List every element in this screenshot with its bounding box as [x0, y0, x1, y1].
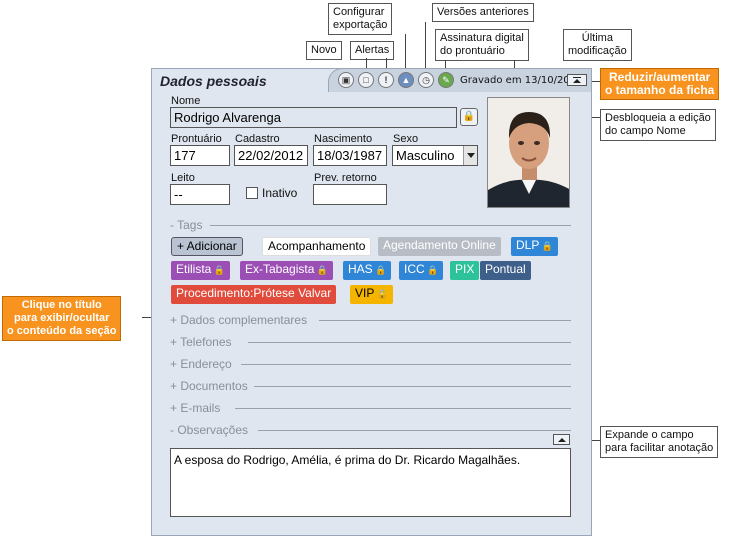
saved-timestamp: Gravado em 13/10/2022	[460, 75, 583, 86]
alert-icon[interactable]: !	[378, 72, 394, 88]
add-tag-button[interactable]: + Adicionar	[171, 237, 243, 256]
callout-versoes: Versões anteriores	[432, 3, 534, 22]
cadastro-label: Cadastro	[235, 133, 280, 145]
prontuario-label: Prontuário	[171, 133, 222, 145]
section-header-0[interactable]: + Dados complementares	[170, 313, 307, 327]
sexo-value: Masculino	[396, 148, 455, 163]
nome-field[interactable]: Rodrigo Alvarenga	[170, 107, 457, 128]
signature-icon[interactable]: ✎	[438, 72, 454, 88]
history-icon[interactable]: ◷	[418, 72, 434, 88]
chevron-down-icon	[463, 146, 477, 165]
section-header-1[interactable]: + Telefones	[170, 335, 232, 349]
new-document-icon[interactable]: □	[358, 72, 374, 88]
inativo-label: Inativo	[262, 186, 298, 200]
tag-icc[interactable]: ICC 🔒	[399, 261, 444, 280]
nascimento-label: Nascimento	[314, 133, 373, 145]
sexo-select[interactable]: Masculino	[392, 145, 478, 166]
callout-desbloqueia: Desbloqueia a edição do campo Nome	[600, 109, 716, 141]
callout-assinatura: Assinatura digital do prontuário	[435, 29, 529, 61]
callout-novo: Novo	[306, 41, 342, 60]
callout-alertas: Alertas	[350, 41, 395, 60]
tag-dlp[interactable]: DLP 🔒	[511, 237, 559, 256]
tag-procedimento-pr-tese-valvar[interactable]: Procedimento:Prótese Valvar	[171, 285, 337, 304]
callout-configurar: Configurar exportação	[328, 3, 393, 35]
panel-title[interactable]: Dados pessoais	[160, 73, 267, 89]
callout-expande: Expande o campo para facilitar anotação	[600, 426, 719, 458]
tag-etilista[interactable]: Etilista 🔒	[171, 261, 231, 280]
prontuario-field[interactable]: 177	[170, 145, 230, 166]
save-icon[interactable]: ▣	[338, 72, 354, 88]
lock-icon: 🔒	[424, 265, 439, 275]
nascimento-field[interactable]: 18/03/1987	[313, 145, 387, 166]
tag-pix[interactable]: PIX	[450, 261, 480, 280]
lock-icon: 🔒	[374, 289, 389, 299]
tag-has[interactable]: HAS 🔒	[343, 261, 392, 280]
patient-photo	[487, 97, 570, 208]
lock-icon: 🔒	[314, 265, 329, 275]
tag-agendamento-online[interactable]: Agendamento Online	[378, 237, 501, 256]
prev-retorno-label: Prev. retorno	[314, 172, 377, 184]
section-header-2[interactable]: + Endereço	[170, 357, 232, 371]
tag-ex-tabagista[interactable]: Ex-Tabagista 🔒	[240, 261, 334, 280]
export-icon[interactable]: ▲	[398, 72, 414, 88]
leito-label: Leito	[171, 172, 195, 184]
lock-icon: 🔒	[372, 265, 387, 275]
prev-retorno-field[interactable]	[313, 184, 387, 205]
tag-pontual[interactable]: Pontual	[480, 261, 531, 280]
observacoes-textarea[interactable]: A esposa do Rodrigo, Amélia, é prima do …	[170, 448, 571, 517]
nome-label: Nome	[171, 95, 201, 107]
cadastro-field[interactable]: 22/02/2012	[234, 145, 308, 166]
expand-field-button[interactable]	[553, 434, 570, 445]
unlock-name-icon[interactable]: 🔒	[460, 108, 478, 126]
sexo-label: Sexo	[393, 133, 419, 145]
section-header-3[interactable]: + Documentos	[170, 379, 248, 393]
callout-ultima: Última modificação	[563, 29, 632, 61]
section-header-4[interactable]: + E-mails	[170, 401, 220, 415]
observacoes-header[interactable]: - Observações	[170, 423, 248, 437]
callout-reduzir: Reduzir/aumentar o tamanho da ficha	[600, 68, 720, 100]
tags-section-header[interactable]: - Tags	[170, 218, 202, 232]
inativo-checkbox[interactable]	[246, 187, 258, 199]
tag-vip[interactable]: VIP 🔒	[350, 285, 394, 304]
tag-acompanhamento[interactable]: Acompanhamento	[262, 237, 372, 256]
resize-panel-button[interactable]	[567, 74, 587, 86]
lock-icon: 🔒	[539, 241, 554, 251]
callout-clique: Clique no título para exibir/ocultar o c…	[2, 296, 122, 341]
lock-icon: 🔒	[211, 265, 226, 275]
leito-field[interactable]: --	[170, 184, 230, 205]
